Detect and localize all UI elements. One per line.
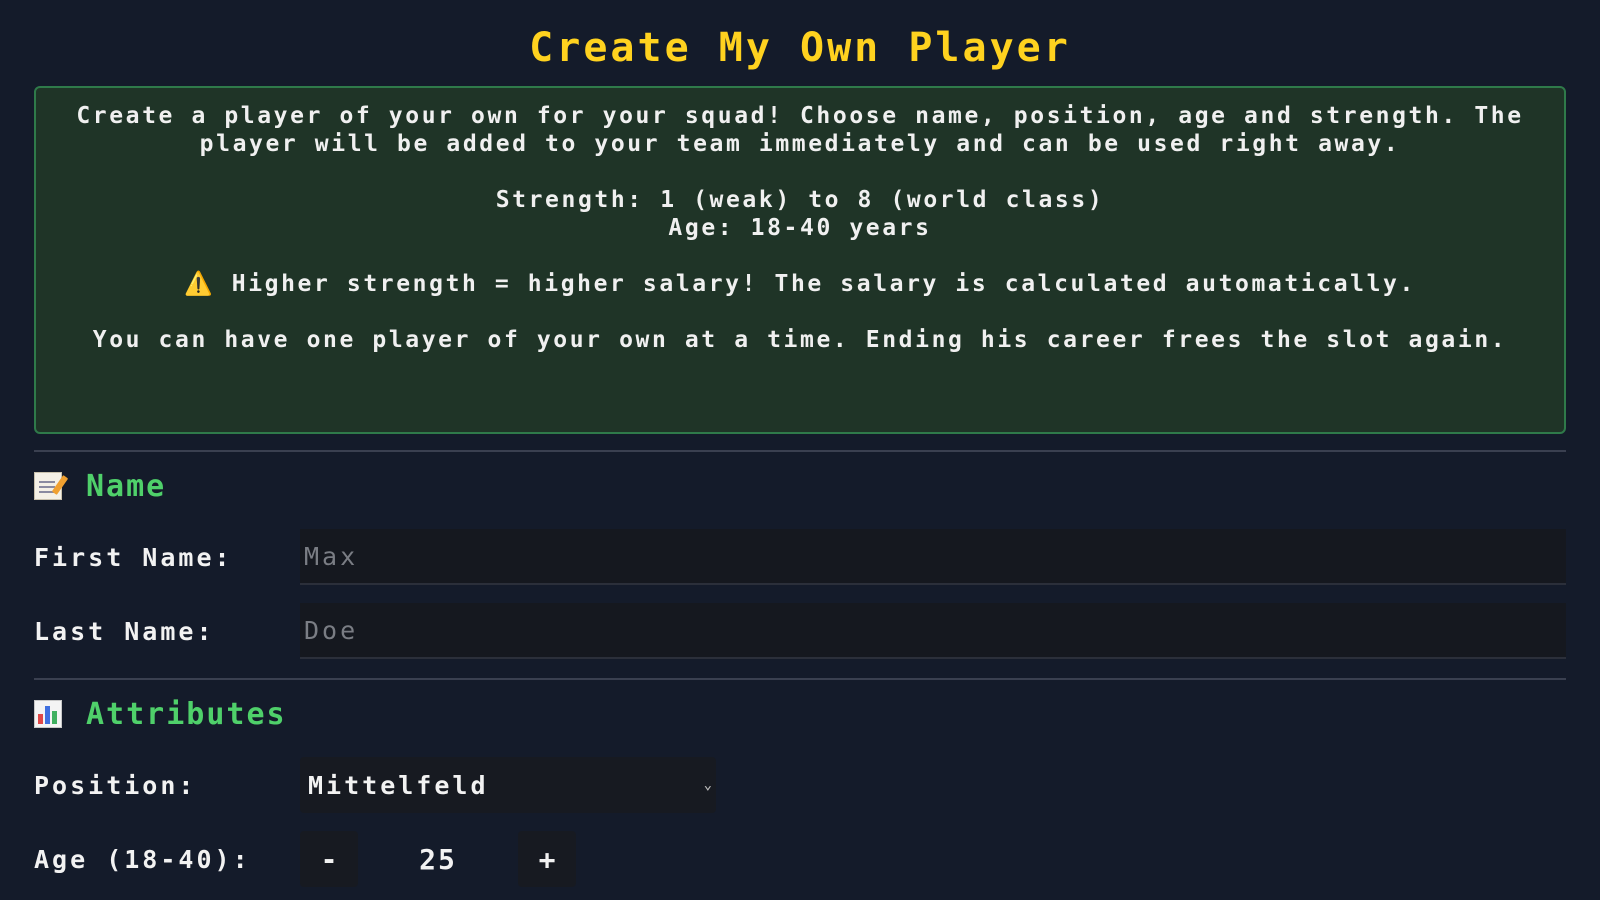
first-name-row: First Name: — [34, 520, 1566, 594]
attributes-section-heading: Attributes — [34, 680, 1566, 748]
last-name-row: Last Name: — [34, 594, 1566, 668]
last-name-input[interactable] — [300, 603, 1566, 659]
page-title: Create My Own Player — [529, 25, 1071, 71]
position-select[interactable]: Mittelfeld ⌄ — [300, 757, 716, 813]
salary-warning: ⚠️ Higher strength = higher salary! The … — [72, 270, 1528, 298]
position-selected-value: Mittelfeld — [308, 770, 489, 800]
strength-age-info: Strength: 1 (weak) to 8 (world class) Ag… — [72, 186, 1528, 242]
position-label: Position: — [34, 770, 197, 800]
first-name-input[interactable] — [300, 529, 1566, 585]
salary-warning-text: Higher strength = higher salary! The sal… — [231, 271, 1416, 297]
name-section-heading: Name — [34, 452, 1566, 520]
intro-text: Create a player of your own for your squ… — [76, 103, 1524, 157]
age-row: Age (18-40): - 25 + — [34, 822, 1566, 896]
info-box: Create a player of your own for your squ… — [34, 86, 1566, 434]
warning-icon: ⚠️ — [184, 271, 216, 297]
slot-note: You can have one player of your own at a… — [92, 327, 1508, 353]
age-label: Age (18-40): — [34, 844, 251, 874]
strength-range-text: Strength: 1 (weak) to 8 (world class) — [495, 187, 1105, 213]
last-name-label: Last Name: — [34, 616, 215, 646]
chevron-down-icon: ⌄ — [703, 777, 712, 793]
age-stepper: - 25 + — [300, 831, 576, 887]
age-value: 25 — [419, 842, 457, 876]
position-row: Position: Mittelfeld ⌄ — [34, 748, 1566, 822]
age-decrement-button[interactable]: - — [300, 831, 358, 887]
bar-chart-icon — [34, 700, 62, 728]
age-range-text: Age: 18-40 years — [668, 215, 932, 241]
name-heading-text: Name — [86, 468, 167, 504]
first-name-label: First Name: — [34, 542, 233, 572]
attributes-heading-text: Attributes — [86, 696, 287, 732]
age-increment-button[interactable]: + — [518, 831, 576, 887]
create-player-page: Create My Own Player Create a player of … — [34, 0, 1566, 896]
memo-icon — [34, 472, 62, 500]
